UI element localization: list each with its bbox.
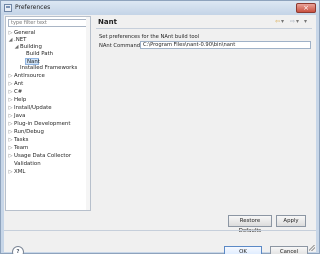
expand-arrow-icon[interactable]: ▷: [8, 81, 13, 88]
preferences-window: Preferences × ▷ General ◢ .NET ◢ Buildin…: [0, 0, 320, 254]
close-button[interactable]: ×: [296, 3, 316, 13]
tree-item-build-path[interactable]: Build Path: [26, 51, 88, 58]
tree-item-installed-frameworks[interactable]: Installed Frameworks: [20, 65, 88, 72]
tree-item-label: .NET: [14, 37, 27, 43]
expand-arrow-icon[interactable]: ▷: [8, 153, 13, 160]
filter-field[interactable]: [8, 19, 88, 27]
tree-item-label: Team: [14, 145, 29, 151]
tree-item-install-update[interactable]: ▷ Install/Update: [8, 105, 88, 112]
nant-command-field[interactable]: C:\Program Files\nant-0.90\bin\nant: [140, 41, 311, 49]
tree-item-java[interactable]: ▷ Java: [8, 113, 88, 120]
ok-button[interactable]: OK: [224, 246, 262, 254]
tree-item-label: Antlrsource: [14, 73, 45, 79]
tree-item-label: Tasks: [14, 137, 29, 143]
tree-item-team[interactable]: ▷ Team: [8, 145, 88, 152]
tree-item-label: Building: [20, 44, 42, 50]
preferences-navigation-tree: ▷ General ◢ .NET ◢ Building Build Path N…: [5, 16, 91, 211]
tree-item-validation[interactable]: Validation: [14, 161, 88, 168]
collapse-arrow-icon[interactable]: ◢: [14, 44, 19, 51]
menu-icon[interactable]: ▾: [304, 17, 312, 27]
expand-arrow-icon[interactable]: ▷: [8, 137, 13, 144]
tree-item-label: Ant: [14, 81, 24, 87]
expand-arrow-icon[interactable]: ▷: [8, 30, 13, 37]
tree-item-help[interactable]: ▷ Help: [8, 97, 88, 104]
dialog-client-area: ▷ General ◢ .NET ◢ Building Build Path N…: [4, 15, 316, 254]
apply-button[interactable]: Apply: [276, 215, 306, 227]
nant-command-label: NAnt Command:: [99, 43, 142, 49]
tree-item-csharp[interactable]: ▷ C#: [8, 89, 88, 96]
tree-item-plugin-development[interactable]: ▷ Plug-in Development: [8, 121, 88, 128]
expand-arrow-icon[interactable]: ▷: [8, 73, 13, 80]
tree-item-nant[interactable]: Nant: [25, 58, 40, 65]
bottom-separator: [4, 230, 316, 231]
expand-arrow-icon[interactable]: ▷: [8, 113, 13, 120]
tree-item-run-debug[interactable]: ▷ Run/Debug: [8, 129, 88, 136]
tree-item-xml[interactable]: ▷ XML: [8, 169, 88, 176]
window-title: Preferences: [15, 4, 51, 11]
filter-input[interactable]: [11, 20, 87, 26]
expand-arrow-icon[interactable]: ▷: [8, 121, 13, 128]
preferences-content-pane: Nant ⇦ ▾ ⇨ ▾ ▾ Set preferences for the N…: [96, 16, 314, 234]
dropdown-arrow-icon[interactable]: ▾: [296, 17, 304, 27]
title-separator: [96, 28, 312, 29]
tree-item-label: Java: [14, 113, 26, 119]
tree-item-dotnet[interactable]: ◢ .NET: [8, 37, 88, 44]
tree-item-label: Run/Debug: [14, 129, 44, 135]
tree-item-ant[interactable]: ▷ Ant: [8, 81, 88, 88]
tree-item-usage-data-collector[interactable]: ▷ Usage Data Collector: [8, 153, 88, 160]
tree-item-label: Plug-in Development: [14, 121, 71, 127]
expand-arrow-icon[interactable]: ▷: [8, 105, 13, 112]
expand-arrow-icon[interactable]: ▷: [8, 129, 13, 136]
cancel-button[interactable]: Cancel: [270, 246, 308, 254]
tree-item-label: XML: [14, 169, 26, 175]
tree-item-label: Installed Frameworks: [20, 65, 78, 71]
tree-item-label: Validation: [14, 161, 41, 167]
tree-item-label: Build Path: [26, 51, 54, 57]
tree-item-label: General: [14, 30, 36, 36]
page-title: Nant: [98, 18, 117, 26]
tree-item-label: C#: [14, 89, 23, 95]
help-button[interactable]: ?: [12, 246, 24, 254]
resize-grip[interactable]: [309, 245, 315, 251]
tree-item-antlrsource[interactable]: ▷ Antlrsource: [8, 73, 88, 80]
tree-item-general[interactable]: ▷ General: [8, 30, 88, 37]
tree-item-tasks[interactable]: ▷ Tasks: [8, 137, 88, 144]
title-bar[interactable]: Preferences ×: [1, 1, 319, 15]
collapse-arrow-icon[interactable]: ◢: [8, 37, 13, 44]
page-description: Set preferences for the NAnt build tool: [99, 34, 200, 40]
restore-defaults-button[interactable]: Restore Defaults: [228, 215, 272, 234]
tree-item-label: Help: [14, 97, 27, 103]
expand-arrow-icon[interactable]: ▷: [8, 89, 13, 96]
preferences-icon: [4, 4, 12, 12]
vertical-scrollbar[interactable]: [86, 17, 90, 210]
tree-item-label: Usage Data Collector: [14, 153, 72, 159]
tree-item-building[interactable]: ◢ Building: [14, 44, 88, 51]
expand-arrow-icon[interactable]: ▷: [8, 145, 13, 152]
expand-arrow-icon[interactable]: ▷: [8, 97, 13, 104]
expand-arrow-icon[interactable]: ▷: [8, 169, 13, 176]
dropdown-arrow-icon[interactable]: ▾: [281, 17, 289, 27]
nant-command-value: C:\Program Files\nant-0.90\bin\nant: [143, 42, 236, 48]
tree-item-label: Install/Update: [14, 105, 52, 111]
